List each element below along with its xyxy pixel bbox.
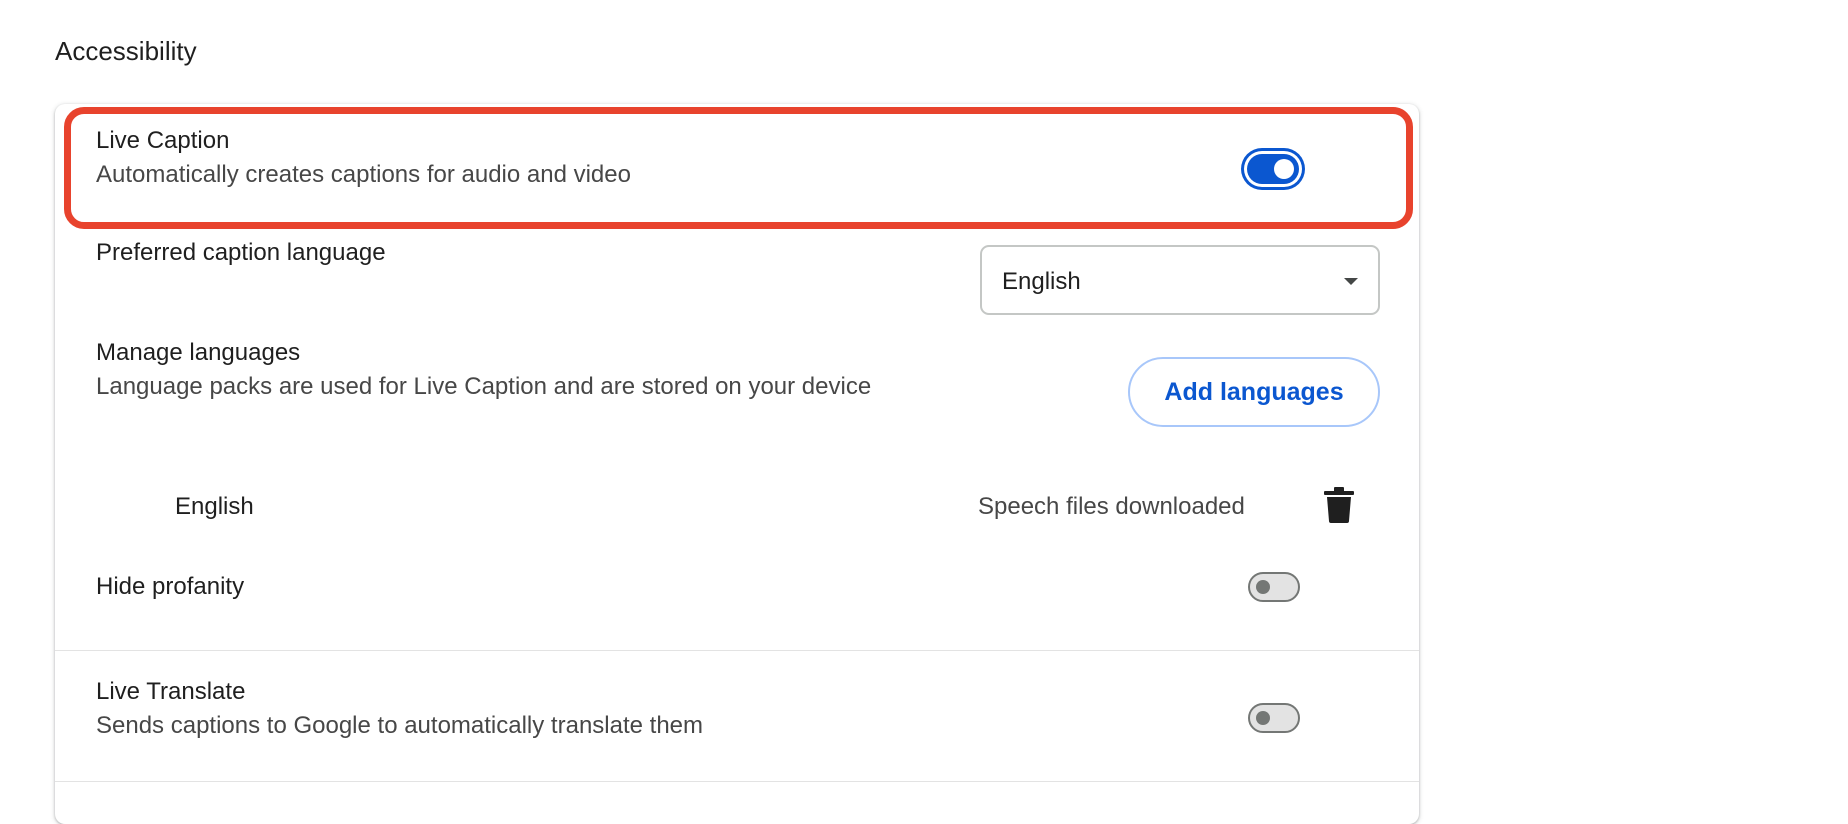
- section-title: Accessibility: [55, 36, 197, 66]
- live-translate-title: Live Translate: [96, 678, 246, 705]
- live-caption-row[interactable]: Live Caption Automatically creates capti…: [55, 104, 1419, 230]
- toggle-knob: [1256, 580, 1270, 594]
- live-caption-title: Live Caption: [96, 127, 230, 154]
- manage-languages-description: Language packs are used for Live Caption…: [96, 373, 872, 400]
- toggle-knob: [1256, 711, 1270, 725]
- toggle-knob: [1274, 159, 1294, 179]
- language-pack-name: English: [175, 493, 254, 520]
- language-pack-status: Speech files downloaded: [978, 493, 1245, 520]
- caption-language-label: Preferred caption language: [96, 239, 386, 266]
- hide-profanity-row[interactable]: Hide profanity: [55, 550, 1419, 650]
- caption-language-value: English: [1002, 268, 1081, 295]
- live-translate-description: Sends captions to Google to automaticall…: [96, 712, 704, 739]
- hide-profanity-toggle[interactable]: [1248, 572, 1300, 602]
- chevron-down-icon: [1344, 278, 1358, 285]
- live-caption-toggle[interactable]: [1247, 154, 1299, 184]
- trash-icon[interactable]: [1323, 487, 1355, 523]
- add-languages-button[interactable]: Add languages: [1128, 357, 1380, 427]
- manage-languages-title: Manage languages: [96, 339, 301, 366]
- hide-profanity-title: Hide profanity: [96, 573, 245, 600]
- accessibility-card: Live Caption Automatically creates capti…: [55, 104, 1419, 824]
- live-translate-row[interactable]: Live Translate Sends captions to Google …: [55, 651, 1419, 781]
- caption-language-select[interactable]: English: [980, 245, 1380, 315]
- live-translate-toggle[interactable]: [1248, 703, 1300, 733]
- live-caption-description: Automatically creates captions for audio…: [96, 161, 631, 188]
- divider: [55, 781, 1419, 782]
